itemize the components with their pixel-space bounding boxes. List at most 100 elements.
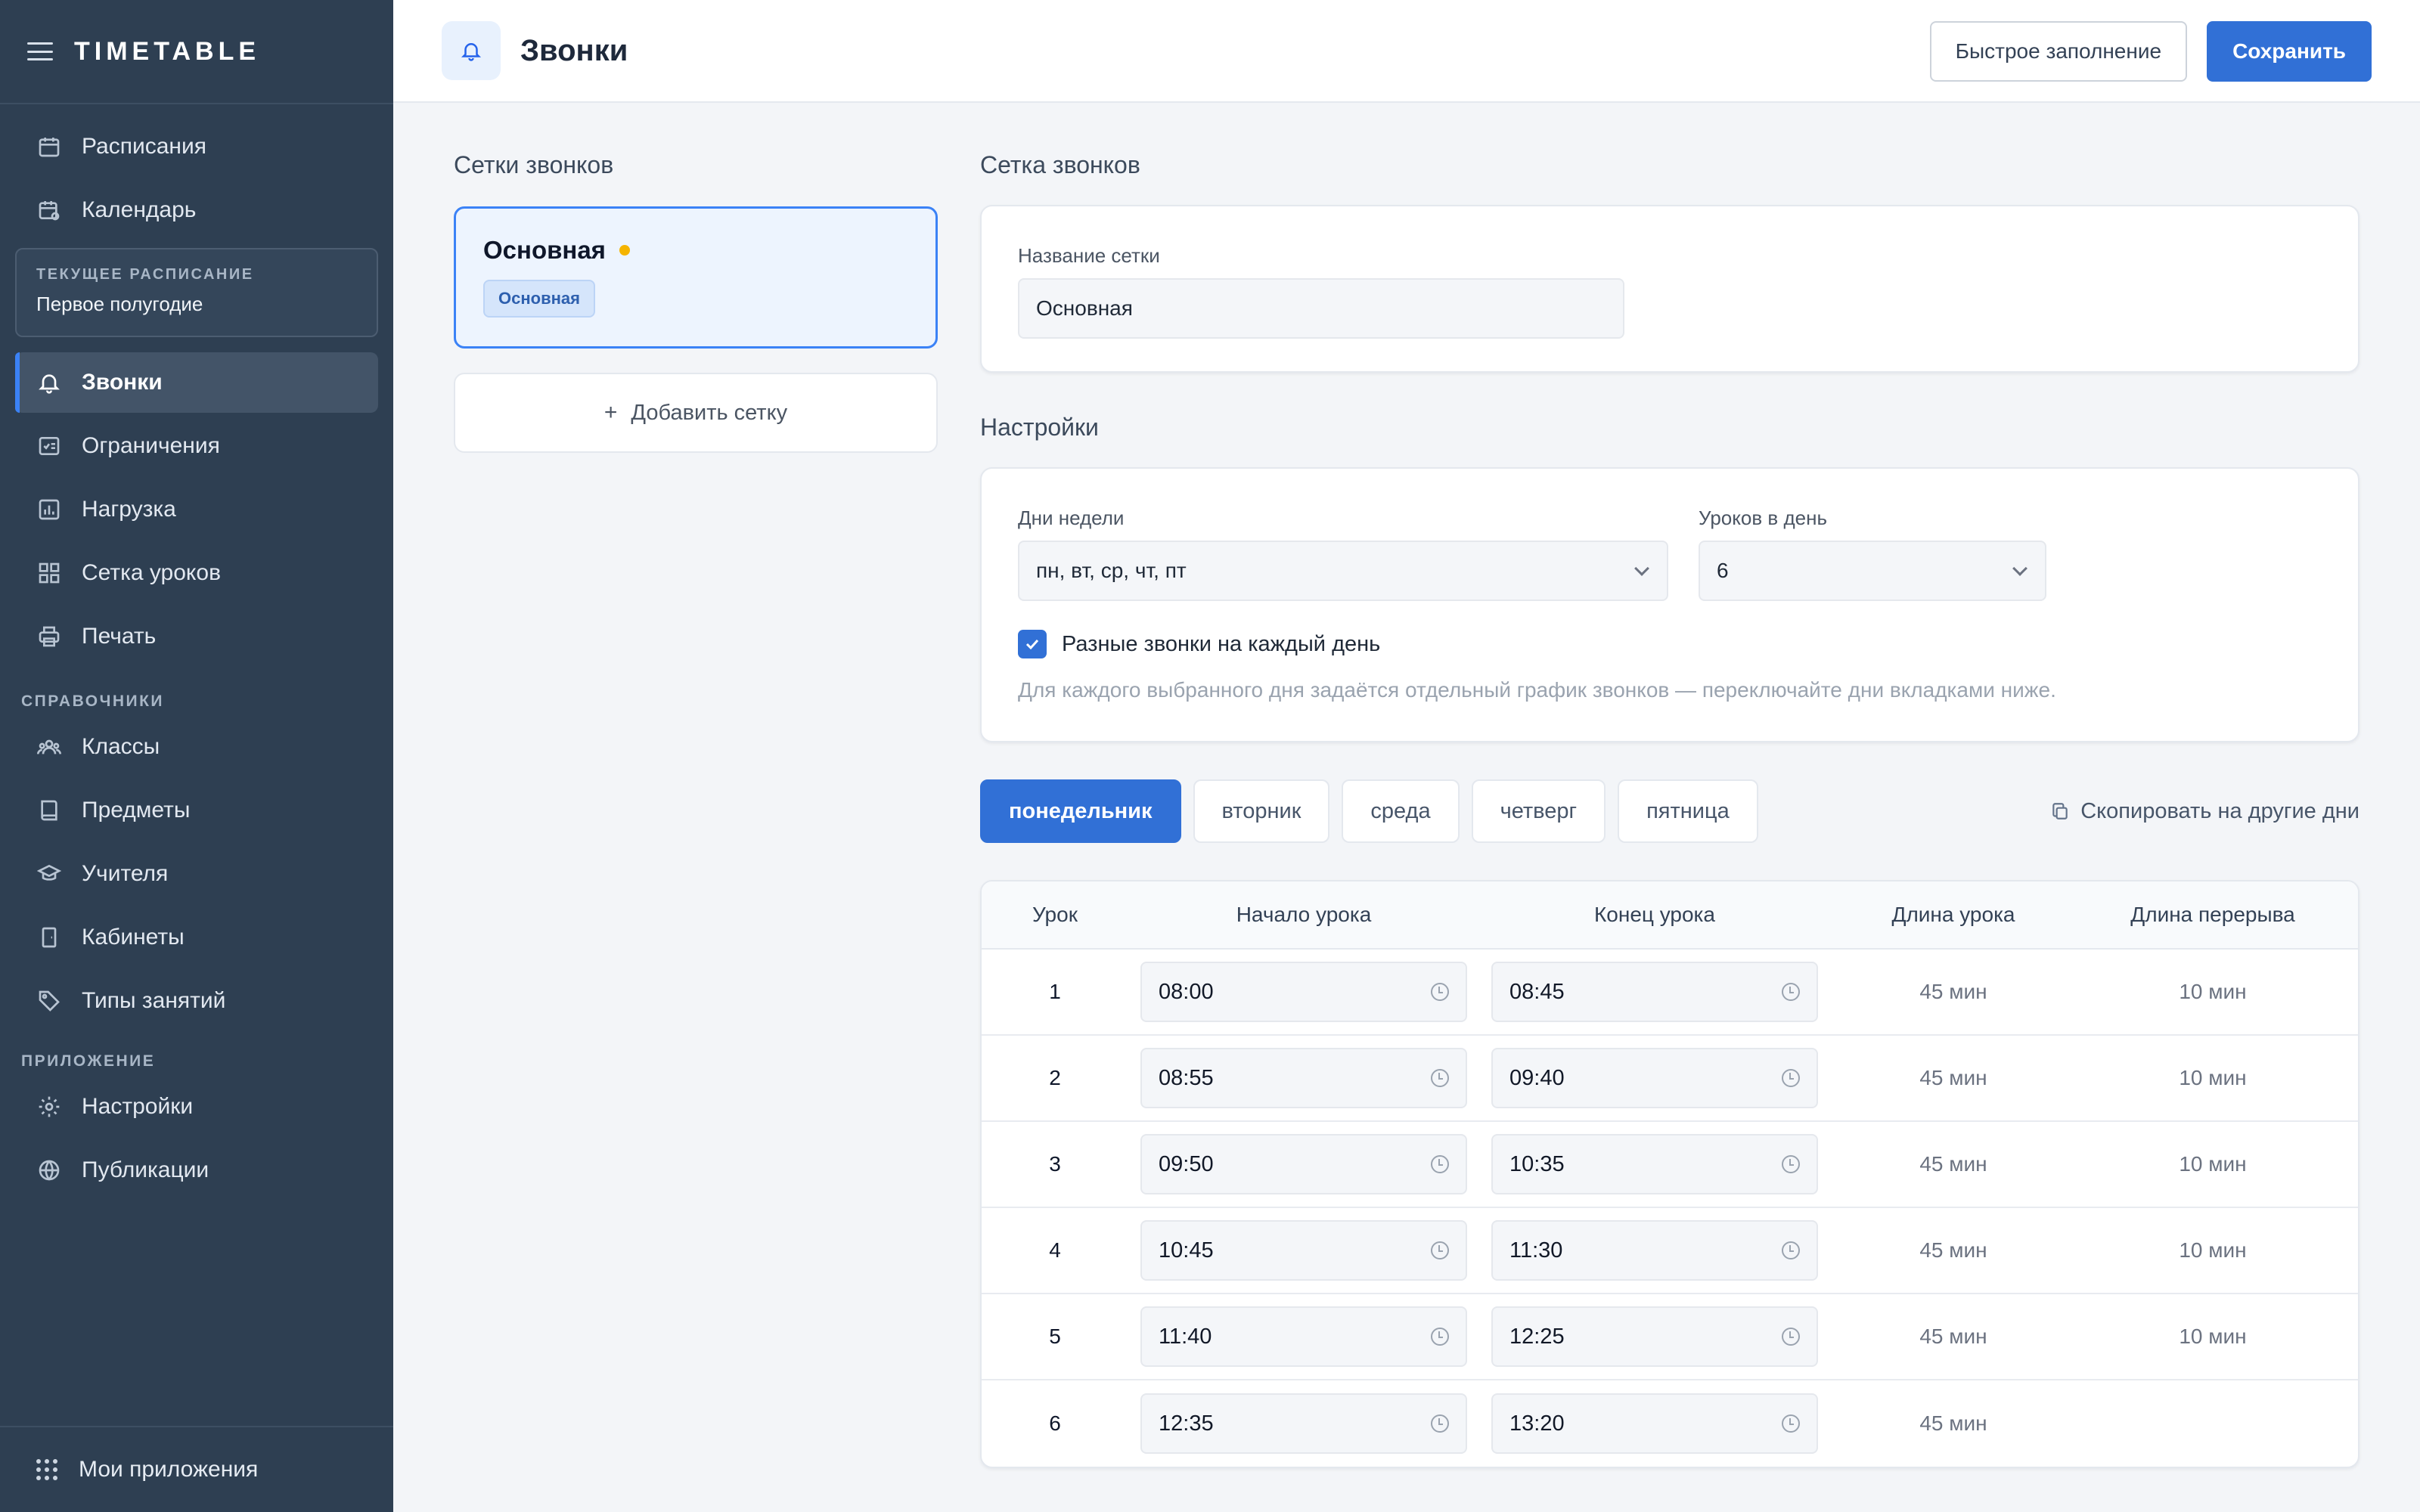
grid-icon	[36, 560, 62, 586]
break-length: 10 мин	[2179, 1066, 2247, 1089]
grid-card-main[interactable]: Основная Основная	[454, 206, 938, 349]
tab-wednesday[interactable]: среда	[1342, 779, 1460, 843]
sidebar-item-rooms[interactable]: Кабинеты	[15, 907, 378, 968]
sidebar-item-label: Классы	[82, 734, 160, 759]
nav-references: Классы Предметы Учителя Кабинеты Типы за…	[0, 717, 393, 1031]
sidebar-item-activity-types[interactable]: Типы занятий	[15, 971, 378, 1031]
grid-card-name: Основная	[483, 236, 606, 264]
copy-to-other-days-button[interactable]: Скопировать на другие дни	[2050, 779, 2360, 844]
different-bells-option[interactable]: Разные звонки на каждый день	[1018, 630, 2322, 658]
current-schedule-box[interactable]: ТЕКУЩЕЕ РАСПИСАНИЕ Первое полугодие	[15, 248, 378, 337]
sidebar-item-schedules[interactable]: Расписания	[15, 116, 378, 177]
table-row: 6 12:35 13:20 45 мин	[982, 1380, 2358, 1467]
sidebar-item-load[interactable]: Нагрузка	[15, 479, 378, 540]
sidebar-item-subjects[interactable]: Предметы	[15, 780, 378, 841]
sidebar-item-constraints[interactable]: Ограничения	[15, 416, 378, 476]
nav-app: Настройки Публикации	[0, 1077, 393, 1201]
lesson-length: 45 мин	[1919, 1066, 1987, 1089]
sidebar-item-label: Настройки	[82, 1094, 194, 1119]
book-icon	[36, 798, 62, 823]
printer-icon	[36, 624, 62, 649]
sidebar: TIMETABLE Расписания Календарь ТЕКУЩЕЕ Р…	[0, 0, 393, 1512]
grid-name-label: Название сетки	[1018, 244, 1160, 267]
end-time-value: 09:40	[1509, 1065, 1565, 1090]
settings-title: Настройки	[980, 414, 1099, 441]
lessons-per-day-select[interactable]: 6	[1699, 541, 2046, 601]
lesson-number: 1	[1049, 980, 1061, 1003]
tab-tuesday[interactable]: вторник	[1193, 779, 1330, 843]
end-time-input[interactable]: 12:25	[1491, 1306, 1818, 1367]
globe-icon	[36, 1157, 62, 1183]
sidebar-item-teachers[interactable]: Учителя	[15, 844, 378, 904]
end-time-value: 12:25	[1509, 1324, 1565, 1349]
sidebar-item-label: Учителя	[82, 861, 169, 886]
clock-icon	[1431, 1069, 1449, 1087]
end-time-input[interactable]: 13:20	[1491, 1393, 1818, 1454]
grid-name-input[interactable]: Основная	[1018, 278, 1624, 339]
page-title: Звонки	[520, 33, 628, 67]
col-end: Конец урока	[1593, 903, 1715, 926]
end-time-input[interactable]: 11:30	[1491, 1220, 1818, 1281]
start-time-input[interactable]: 11:40	[1140, 1306, 1467, 1367]
lessons-per-day-label: Уроков в день	[1699, 507, 1828, 529]
tab-friday[interactable]: пятница	[1618, 779, 1758, 843]
lesson-number: 5	[1049, 1325, 1061, 1348]
add-grid-button[interactable]: + Добавить сетку	[454, 373, 938, 453]
start-time-input[interactable]: 10:45	[1140, 1220, 1467, 1281]
different-bells-checkbox[interactable]	[1018, 630, 1047, 658]
lesson-length: 45 мин	[1919, 980, 1987, 1003]
graduation-cap-icon	[36, 861, 62, 887]
sidebar-item-settings[interactable]: Настройки	[15, 1077, 378, 1137]
tag-icon	[36, 988, 62, 1014]
start-time-input[interactable]: 12:35	[1140, 1393, 1467, 1454]
page-header: Звонки Быстрое заполнение Сохранить	[393, 0, 2420, 103]
clock-icon	[1782, 1155, 1800, 1173]
sidebar-item-print[interactable]: Печать	[15, 606, 378, 667]
start-time-value: 11:40	[1159, 1324, 1212, 1349]
sidebar-item-classes[interactable]: Классы	[15, 717, 378, 777]
copy-icon	[2052, 803, 2068, 820]
end-time-input[interactable]: 08:45	[1491, 962, 1818, 1022]
bell-grids-panel: Сетки звонков Основная Основная + Добави…	[454, 151, 938, 453]
sidebar-item-lesson-grid[interactable]: Сетка уроков	[15, 543, 378, 603]
menu-icon[interactable]	[27, 42, 53, 60]
table-row: 1 08:00 08:45 45 мин 10 мин	[982, 950, 2358, 1036]
sidebar-item-publications[interactable]: Публикации	[15, 1140, 378, 1201]
brand-bar: TIMETABLE	[0, 0, 393, 104]
start-time-input[interactable]: 09:50	[1140, 1134, 1467, 1194]
break-length: 10 мин	[2179, 1152, 2247, 1176]
sidebar-item-label: Календарь	[82, 197, 197, 222]
save-button[interactable]: Сохранить	[2207, 21, 2372, 82]
weekdays-field: Дни недели пн, вт, ср, чт, пт	[1018, 507, 1668, 601]
calendar-icon	[36, 134, 62, 160]
quick-fill-button[interactable]: Быстрое заполнение	[1929, 21, 2188, 82]
sidebar-item-label: Типы занятий	[82, 988, 226, 1013]
start-time-input[interactable]: 08:55	[1140, 1048, 1467, 1108]
lesson-length: 45 мин	[1919, 1411, 1987, 1435]
my-apps-link[interactable]: Мои приложения	[0, 1426, 393, 1512]
nav-main: Звонки Ограничения Нагрузка Сетка уроков…	[0, 352, 393, 667]
sidebar-item-label: Расписания	[82, 134, 206, 159]
check-icon	[1025, 639, 1039, 650]
end-time-input[interactable]: 10:35	[1491, 1134, 1818, 1194]
sidebar-item-calendar[interactable]: Календарь	[15, 180, 378, 240]
clock-icon	[1431, 1328, 1449, 1346]
lesson-number: 3	[1049, 1152, 1061, 1176]
sidebar-item-label: Нагрузка	[82, 497, 176, 522]
tab-thursday[interactable]: четверг	[1471, 779, 1606, 843]
plus-icon: +	[603, 400, 618, 425]
start-time-value: 08:00	[1159, 979, 1214, 1004]
break-length: 10 мин	[2179, 1238, 2247, 1262]
bell-grids-title: Сетки звонков	[454, 151, 614, 178]
end-time-input[interactable]: 09:40	[1491, 1048, 1818, 1108]
section-app: ПРИЛОЖЕНИЕ	[21, 1052, 156, 1070]
weekdays-select[interactable]: пн, вт, ср, чт, пт	[1018, 541, 1668, 601]
start-time-input[interactable]: 08:00	[1140, 962, 1467, 1022]
weekdays-label: Дни недели	[1018, 507, 1125, 529]
start-time-value: 08:55	[1159, 1065, 1214, 1090]
sidebar-item-bells[interactable]: Звонки	[15, 352, 378, 413]
sidebar-item-label: Звонки	[82, 370, 163, 395]
tab-monday[interactable]: понедельник	[980, 779, 1181, 843]
bell-icon	[36, 370, 62, 395]
grid-name-card: Название сетки Основная	[980, 205, 2360, 373]
